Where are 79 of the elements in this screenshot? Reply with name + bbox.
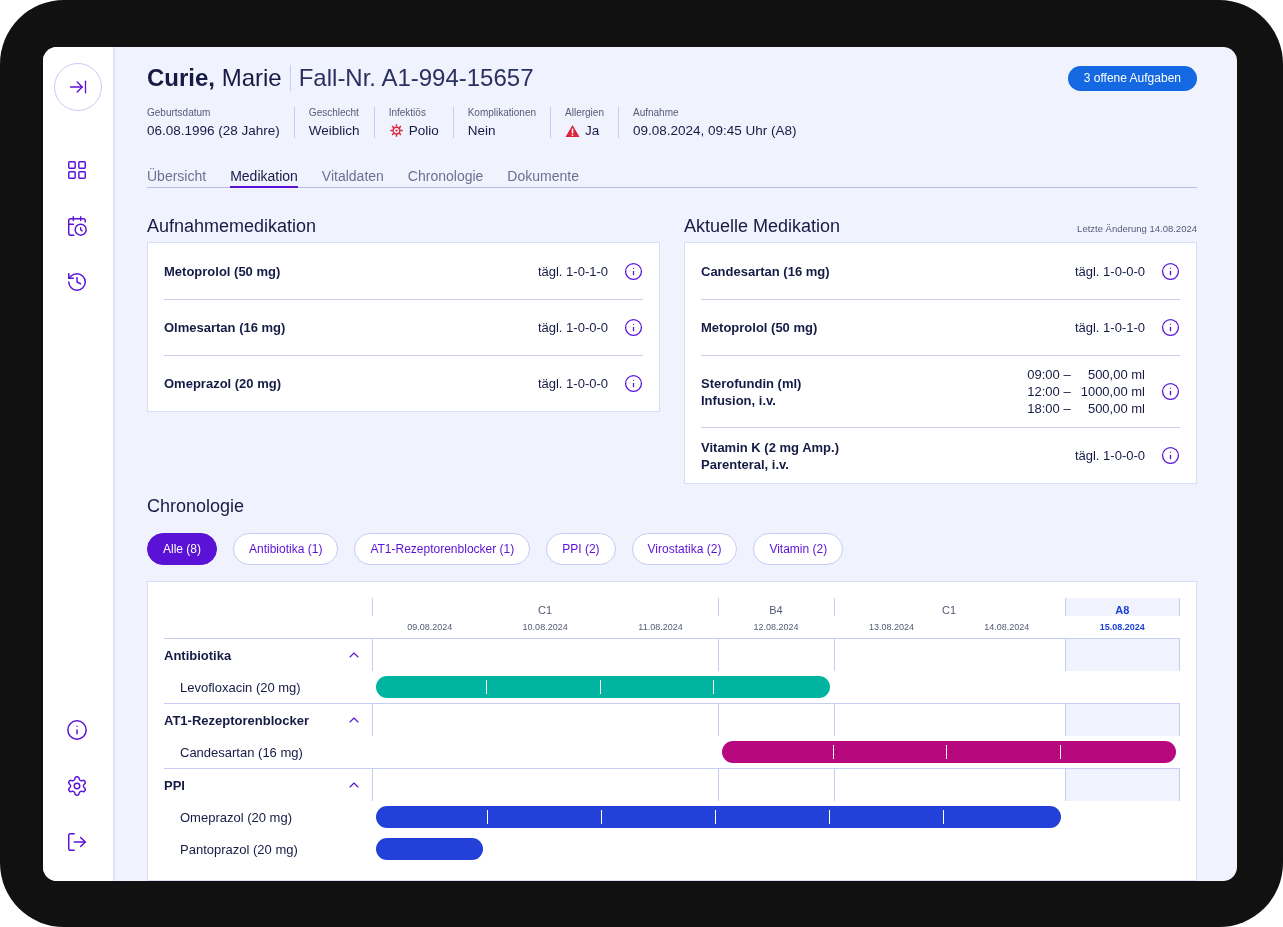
dosage: tägl. 1-0-0-0: [537, 376, 608, 391]
fact-label: Geschlecht: [308, 107, 360, 118]
schedule-time: 12:00 –: [1027, 383, 1071, 400]
last-change-note: Letzte Änderung 14.08.2024: [1077, 223, 1197, 234]
fact-value: 09.08.2024, 09:45 Uhr (A8): [632, 123, 797, 138]
warning-icon: [565, 123, 581, 138]
tab[interactable]: Medikation: [230, 168, 298, 188]
filter-chip[interactable]: Alle (8): [147, 533, 217, 565]
filter-chip[interactable]: Antibiotika (1): [233, 533, 339, 565]
medication-name: Sterofundin (ml): [701, 374, 803, 392]
schedule-time: 09:00 –: [1027, 366, 1071, 383]
date-label: 15.08.2024: [1098, 621, 1146, 634]
schedule-amount: 1000,00 ml: [1080, 383, 1145, 400]
date-label: 14.08.2024: [983, 621, 1031, 634]
ward-label: C1: [941, 603, 958, 616]
filter-chip[interactable]: AT1-Rezeptorenblocker (1): [354, 533, 531, 565]
patient-name: Curie, Marie: [147, 65, 291, 91]
fact-label: Infektiös: [388, 107, 427, 118]
dosage: tägl. 1-0-1-0: [1074, 320, 1145, 335]
medication-name: Omeprazol (20 mg): [164, 375, 283, 392]
section-title: Aufnahmemedikation: [147, 216, 317, 237]
info-button[interactable]: [1161, 261, 1180, 281]
schedule-amount: 500,00 ml: [1086, 366, 1145, 383]
medication-route: Parenteral, i.v.: [701, 455, 790, 473]
date-label: 11.08.2024: [637, 621, 684, 634]
fact-label: Komplikationen: [467, 107, 537, 118]
tab[interactable]: Chronologie: [407, 168, 484, 188]
info-button[interactable]: [1161, 446, 1180, 465]
medication-name: Metoprolol (50 mg): [701, 319, 819, 336]
fact-label: Aufnahme: [632, 107, 680, 118]
medication-label: Levofloxacin (20 mg): [180, 679, 301, 695]
open-tasks-button[interactable]: 3 offene Aufgaben: [1067, 65, 1197, 91]
fact-label: Geburtsdatum: [147, 107, 212, 118]
medication-name: Metoprolol (50 mg): [164, 262, 282, 280]
info-button[interactable]: [624, 318, 643, 337]
dosage: tägl. 1-0-0-0: [537, 320, 608, 335]
info-button[interactable]: [624, 374, 643, 393]
ward-label: A8: [1114, 603, 1131, 616]
tab[interactable]: Vitaldaten: [321, 168, 384, 188]
dosage: tägl. 1-0-0-0: [1074, 263, 1145, 279]
fact-value: Ja: [585, 123, 600, 138]
case-number: Fall-Nr. A1-994-15657: [297, 64, 534, 92]
info-button[interactable]: [624, 261, 643, 281]
virus-icon: [388, 123, 404, 138]
info-button[interactable]: [1161, 382, 1180, 401]
dosage: tägl. 1-0-0-0: [1074, 448, 1145, 463]
fact-value: Nein: [467, 123, 496, 138]
date-label: 13.08.2024: [867, 621, 915, 634]
schedule-amount: 500,00 ml: [1086, 400, 1145, 417]
medication-label: Candesartan (16 mg): [180, 744, 303, 760]
medication-route: Infusion, i.v.: [701, 391, 777, 409]
medication-name: Olmesartan (16 mg): [164, 319, 287, 336]
tab[interactable]: Übersicht: [147, 168, 207, 188]
group-label: Antibiotika: [164, 647, 232, 663]
group-label: AT1-Rezeptorenblocker: [164, 712, 309, 728]
filter-chip[interactable]: Virostatika (2): [631, 533, 738, 565]
dosage: tägl. 1-0-1-0: [537, 263, 608, 279]
date-label: 12.08.2024: [752, 621, 800, 634]
section-title: Aktuelle Medikation: [684, 216, 841, 237]
expand-sidebar-button[interactable]: [54, 63, 102, 111]
filter-chip[interactable]: Vitamin (2): [753, 533, 844, 565]
ward-label: B4: [768, 603, 784, 616]
medication-name: Vitamin K (2 mg Amp.): [701, 438, 840, 456]
ward-label: C1: [537, 603, 554, 616]
date-label: 09.08.2024: [406, 621, 454, 634]
fact-value: Weiblich: [308, 123, 360, 138]
medication-label: Pantoprazol (20 mg): [180, 841, 298, 857]
filter-chip[interactable]: PPI (2): [546, 533, 616, 565]
fact-value: Polio: [408, 123, 439, 138]
fact-label: Allergien: [565, 107, 604, 118]
date-label: 10.08.2024: [521, 621, 569, 634]
info-button[interactable]: [1161, 318, 1180, 337]
group-label: PPI: [164, 777, 185, 793]
medication-label: Omeprazol (20 mg): [180, 809, 292, 825]
schedule-time: 18:00 –: [1027, 400, 1071, 417]
tab[interactable]: Dokumente: [507, 168, 579, 188]
section-title: Chronologie: [147, 496, 246, 517]
medication-name: Candesartan (16 mg): [701, 262, 831, 280]
fact-value: 06.08.1996 (28 Jahre): [147, 123, 280, 138]
